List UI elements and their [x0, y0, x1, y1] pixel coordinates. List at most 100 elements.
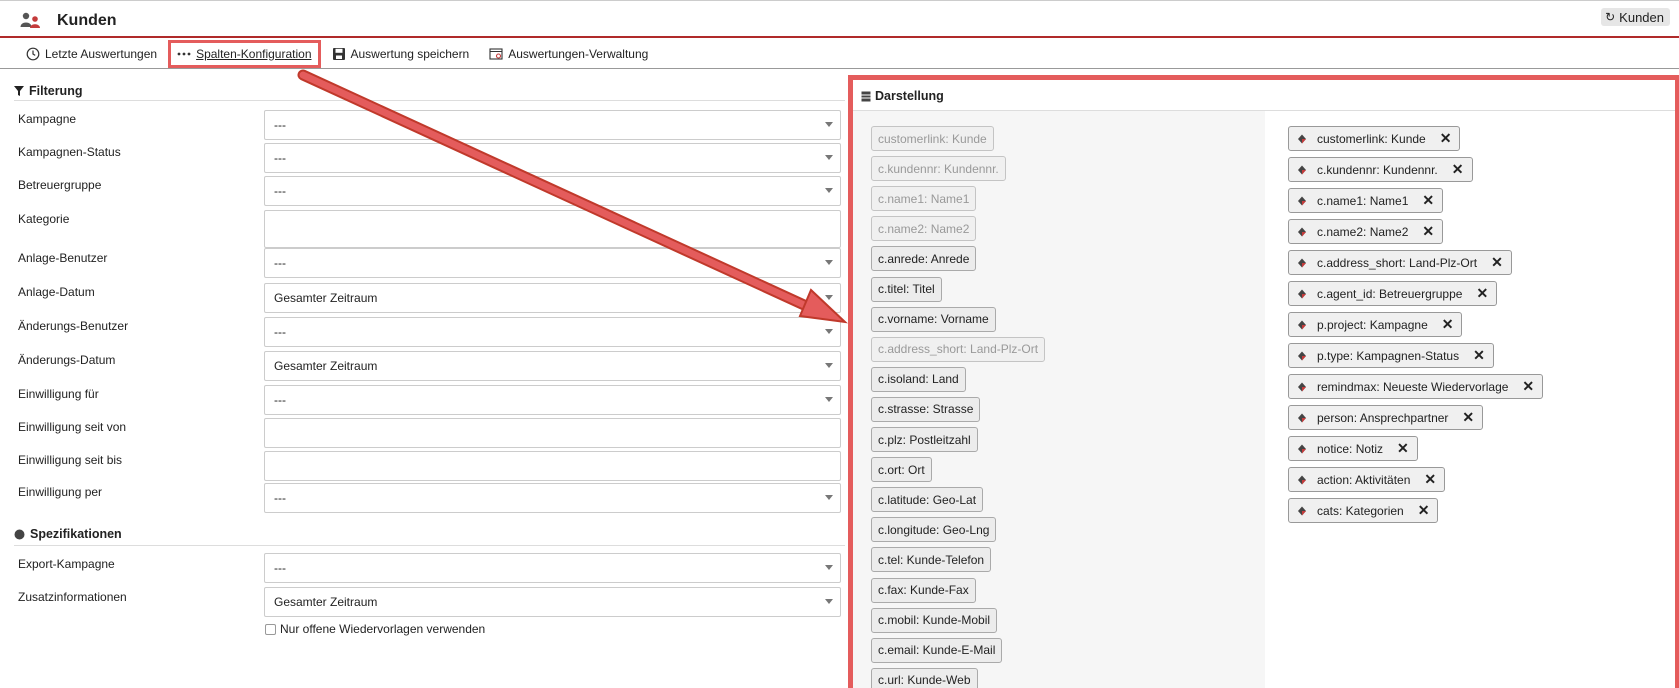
selected-column-chip[interactable]: cats: Kategorien ✕ — [1288, 498, 1439, 523]
open-reminders-checkbox[interactable] — [265, 623, 276, 635]
remove-column-icon[interactable]: ✕ — [1418, 502, 1430, 519]
drag-handle-icon[interactable] — [1297, 413, 1307, 423]
select-kampagnen-status[interactable]: --- — [264, 143, 841, 173]
remove-column-icon[interactable]: ✕ — [1422, 223, 1434, 240]
select-einwilligung-fuer[interactable]: --- — [264, 385, 841, 415]
select-zusatzinformationen[interactable]: Gesamter Zeitraum — [264, 587, 841, 617]
column-config-button[interactable]: Spalten-Konfiguration — [168, 39, 321, 68]
available-column-chip[interactable]: c.vorname: Vorname — [871, 306, 996, 332]
available-column-chip[interactable]: c.plz: Postleitzahl — [871, 427, 978, 452]
available-column-chip[interactable]: c.titel: Titel — [871, 276, 942, 302]
remove-column-icon[interactable]: ✕ — [1397, 440, 1409, 457]
remove-column-icon[interactable]: ✕ — [1440, 130, 1452, 147]
page-title: Kunden — [57, 12, 117, 29]
drag-handle-icon[interactable] — [1297, 382, 1307, 392]
save-report-button[interactable]: Auswertung speichern — [326, 43, 476, 65]
label-anlage-datum: Anlage-Datum — [18, 285, 95, 299]
select-export-kampagne[interactable]: --- — [264, 553, 841, 583]
input-kategorie[interactable] — [264, 210, 841, 248]
available-column-chip[interactable]: c.isoland: Land — [871, 366, 966, 392]
select-kampagne[interactable]: --- — [264, 110, 841, 140]
available-column-chip[interactable]: c.name2: Name2 — [871, 216, 977, 242]
drag-handle-icon[interactable] — [1297, 134, 1307, 144]
select-aenderungs-benutzer[interactable]: --- — [264, 317, 841, 347]
select-export-kampagne-value: --- — [274, 561, 286, 575]
available-column-chip[interactable]: c.longitude: Geo-Lng — [871, 517, 997, 543]
select-aenderungs-datum-value: Gesamter Zeitraum — [274, 359, 378, 373]
available-column-chip[interactable]: customerlink: Kunde — [871, 126, 994, 151]
selected-column-chip[interactable]: c.kundennr: Kundennr. ✕ — [1288, 157, 1473, 182]
tab-kunden[interactable]: ↻ Kunden — [1601, 8, 1670, 26]
selected-column-chip[interactable]: p.type: Kampagnen-Status ✕ — [1288, 343, 1494, 368]
chevron-down-icon — [825, 155, 833, 160]
chevron-down-icon — [825, 565, 833, 570]
selected-column-label: c.name1: Name1 — [1317, 193, 1409, 208]
drag-handle-icon[interactable] — [1297, 444, 1307, 454]
spec-heading: Spezifikationen — [14, 527, 122, 541]
remove-column-icon[interactable]: ✕ — [1491, 254, 1503, 271]
selected-column-chip[interactable]: action: Aktivitäten ✕ — [1288, 467, 1446, 492]
select-anlage-datum-value: Gesamter Zeitraum — [274, 291, 378, 305]
remove-column-icon[interactable]: ✕ — [1442, 316, 1454, 333]
save-report-label: Auswertung speichern — [350, 46, 470, 61]
select-anlage-datum[interactable]: Gesamter Zeitraum — [264, 283, 841, 313]
select-betreuergruppe[interactable]: --- — [264, 176, 841, 206]
available-column-chip[interactable]: c.tel: Kunde-Telefon — [871, 547, 992, 573]
available-column-chip[interactable]: c.mobil: Kunde-Mobil — [871, 607, 998, 633]
drag-handle-icon[interactable] — [1297, 289, 1307, 299]
drag-handle-icon[interactable] — [1297, 258, 1307, 268]
tab-kunden-label: Kunden — [1619, 9, 1664, 25]
select-aenderungs-datum[interactable]: Gesamter Zeitraum — [264, 351, 841, 381]
remove-column-icon[interactable]: ✕ — [1422, 192, 1434, 209]
manage-reports-button[interactable]: Auswertungen-Verwaltung — [483, 43, 654, 65]
selected-column-chip[interactable]: notice: Notiz ✕ — [1288, 436, 1418, 461]
available-column-chip[interactable]: c.ort: Ort — [871, 457, 932, 483]
available-column-chip[interactable]: c.url: Kunde-Web — [871, 667, 978, 688]
available-column-chip[interactable]: c.anrede: Anrede — [871, 246, 977, 272]
remove-column-icon[interactable]: ✕ — [1476, 285, 1488, 302]
remove-column-icon[interactable]: ✕ — [1473, 347, 1485, 364]
selected-column-label: person: Ansprechpartner — [1317, 410, 1449, 425]
spec-divider — [14, 545, 845, 546]
available-column-chip[interactable]: c.latitude: Geo-Lat — [871, 487, 984, 513]
refresh-icon: ↻ — [1605, 10, 1616, 24]
selected-column-chip[interactable]: c.agent_id: Betreuergruppe ✕ — [1288, 281, 1498, 306]
available-column-chip[interactable]: c.fax: Kunde-Fax — [871, 577, 976, 603]
drag-handle-icon[interactable] — [1297, 320, 1307, 330]
drag-handle-icon[interactable] — [1297, 475, 1307, 485]
available-column-chip[interactable]: c.name1: Name1 — [871, 186, 977, 212]
label-anlage-benutzer: Anlage-Benutzer — [18, 251, 108, 265]
selected-column-chip[interactable]: person: Ansprechpartner ✕ — [1288, 405, 1484, 430]
available-column-chip[interactable]: c.address_short: Land-Plz-Ort — [871, 336, 1046, 362]
drag-handle-icon[interactable] — [1297, 196, 1307, 206]
input-einwilligung-seit-bis[interactable] — [264, 451, 841, 481]
drag-handle-icon[interactable] — [1297, 227, 1307, 237]
selected-column-chip[interactable]: c.address_short: Land-Plz-Ort ✕ — [1288, 250, 1512, 275]
input-einwilligung-seit-von[interactable] — [264, 418, 841, 448]
available-column-chip[interactable]: c.kundennr: Kundennr. — [871, 156, 1006, 182]
title-bar: Kunden ↻ Kunden — [0, 0, 1679, 38]
remove-column-icon[interactable]: ✕ — [1462, 409, 1474, 426]
select-einwilligung-per[interactable]: --- — [264, 483, 841, 513]
recent-reports-button[interactable]: Letzte Auswertungen — [20, 43, 163, 65]
open-reminders-checkbox-row[interactable]: Nur offene Wiedervorlagen verwenden — [265, 622, 485, 636]
selected-column-chip[interactable]: remindmax: Neueste Wiedervorlage ✕ — [1288, 374, 1544, 399]
available-column-chip[interactable]: c.email: Kunde-E-Mail — [871, 637, 1003, 663]
remove-column-icon[interactable]: ✕ — [1452, 161, 1464, 178]
label-einwilligung-seit-bis: Einwilligung seit bis — [18, 453, 123, 467]
drag-handle-icon[interactable] — [1297, 165, 1307, 175]
selected-column-label: p.project: Kampagne — [1317, 317, 1428, 332]
select-kampagne-value: --- — [274, 118, 286, 132]
remove-column-icon[interactable]: ✕ — [1522, 378, 1534, 395]
drag-handle-icon[interactable] — [1297, 506, 1307, 516]
selected-column-label: c.agent_id: Betreuergruppe — [1317, 286, 1463, 301]
selected-column-chip[interactable]: p.project: Kampagne ✕ — [1288, 312, 1463, 337]
selected-column-chip[interactable]: c.name2: Name2 ✕ — [1288, 219, 1444, 244]
recent-reports-label: Letzte Auswertungen — [45, 46, 158, 61]
selected-column-chip[interactable]: customerlink: Kunde ✕ — [1288, 126, 1461, 151]
select-anlage-benutzer[interactable]: --- — [264, 248, 841, 278]
selected-column-chip[interactable]: c.name1: Name1 ✕ — [1288, 188, 1444, 213]
available-column-chip[interactable]: c.strasse: Strasse — [871, 396, 981, 422]
remove-column-icon[interactable]: ✕ — [1424, 471, 1436, 488]
drag-handle-icon[interactable] — [1297, 351, 1307, 361]
